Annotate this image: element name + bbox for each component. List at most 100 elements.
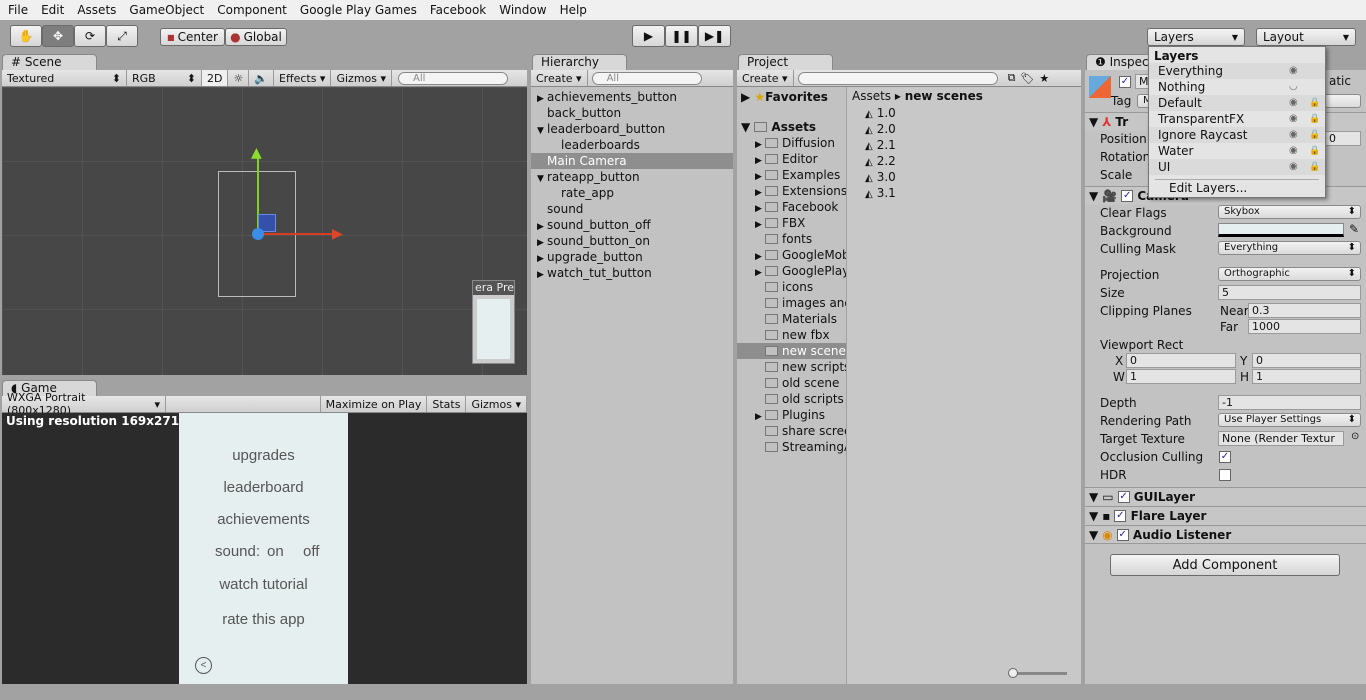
pivot-center-button[interactable]: ■ Center: [160, 28, 225, 46]
project-folder[interactable]: ▶ Plugins: [737, 407, 846, 423]
hierarchy-item[interactable]: ▶ sound_button_on: [531, 233, 733, 249]
sound-on-button[interactable]: on: [267, 543, 284, 560]
layout-dropdown-button[interactable]: Layout ▼: [1256, 28, 1356, 46]
near-field[interactable]: 0.3: [1248, 303, 1361, 318]
achievements-button[interactable]: achievements: [179, 511, 348, 528]
hierarchy-item[interactable]: Main Camera: [531, 153, 733, 169]
lock-icon[interactable]: 🔒: [1309, 95, 1320, 111]
eye-icon[interactable]: ◉: [1289, 111, 1298, 127]
object-picker-icon[interactable]: ⊙: [1351, 431, 1359, 442]
lock-icon[interactable]: 🔒: [1309, 127, 1320, 143]
breadcrumb-assets[interactable]: Assets: [852, 89, 891, 103]
eyedropper-icon[interactable]: ✎: [1349, 222, 1359, 236]
position-z-field[interactable]: 0: [1325, 131, 1361, 146]
flare-layer-header[interactable]: ▼ ▪ ✓ Flare Layer: [1085, 506, 1366, 525]
lock-icon[interactable]: 🔒: [1309, 143, 1320, 159]
layer-item[interactable]: Nothing ◡: [1149, 79, 1325, 95]
x-field[interactable]: 0: [1126, 353, 1236, 368]
rotate-tool-button[interactable]: ⟳: [74, 25, 106, 47]
background-color-field[interactable]: [1218, 223, 1344, 237]
tab-scene[interactable]: # Scene: [2, 54, 97, 70]
expand-arrow-icon[interactable]: ▼: [537, 123, 547, 139]
project-folder[interactable]: new fbx: [737, 327, 846, 343]
scene-file[interactable]: ◭ 2.0: [865, 121, 1081, 137]
occlusion-culling-checkbox[interactable]: ✓: [1219, 451, 1231, 463]
project-folder[interactable]: ▶ GooglePlay: [737, 263, 846, 279]
project-folder[interactable]: ▶ GoogleMob: [737, 247, 846, 263]
layer-item[interactable]: TransparentFX ◉ 🔒: [1149, 111, 1325, 127]
create-dropdown[interactable]: Create ▾: [531, 70, 588, 86]
static-checkbox[interactable]: atic: [1329, 74, 1351, 88]
project-folder[interactable]: Materials: [737, 311, 846, 327]
target-texture-field[interactable]: None (Render Textur: [1218, 431, 1344, 446]
eye-icon[interactable]: ◉: [1289, 127, 1298, 143]
audio-listener-checkbox[interactable]: ✓: [1116, 528, 1129, 541]
add-component-button[interactable]: Add Component: [1110, 554, 1340, 576]
hierarchy-item[interactable]: sound: [531, 201, 733, 217]
menu-gameobject[interactable]: GameObject: [121, 3, 209, 17]
culling-mask-select[interactable]: Everything ⬍: [1218, 241, 1361, 255]
effects-dropdown[interactable]: Effects ▾: [274, 70, 332, 86]
far-field[interactable]: 1000: [1248, 319, 1361, 334]
eye-icon[interactable]: ◉: [1289, 159, 1298, 175]
tab-project[interactable]: Project: [738, 54, 833, 70]
y-field[interactable]: 0: [1252, 353, 1361, 368]
projection-select[interactable]: Orthographic ⬍: [1218, 267, 1361, 281]
project-folder[interactable]: new scenes: [737, 343, 846, 359]
eye-closed-icon[interactable]: ◡: [1289, 79, 1298, 95]
play-button[interactable]: ▶: [632, 25, 665, 47]
stats-toggle[interactable]: Stats: [427, 396, 467, 412]
filter-type-icon[interactable]: ⧉: [1008, 71, 1016, 85]
project-folder[interactable]: ▶ Diffusion: [737, 135, 846, 151]
menu-assets[interactable]: Assets: [69, 3, 121, 17]
menu-help[interactable]: Help: [552, 3, 592, 17]
project-folder[interactable]: images and: [737, 295, 846, 311]
guilayer-checkbox[interactable]: ✓: [1117, 491, 1130, 503]
lighting-toggle[interactable]: ☼: [228, 70, 250, 86]
tab-hierarchy[interactable]: Hierarchy: [532, 54, 627, 70]
clear-flags-select[interactable]: Skybox ⬍: [1218, 205, 1361, 219]
rendering-path-select[interactable]: Use Player Settings ⬍: [1218, 413, 1361, 427]
menu-facebook[interactable]: Facebook: [422, 3, 491, 17]
audio-listener-header[interactable]: ▼ ◉ ✓ Audio Listener: [1085, 525, 1366, 544]
project-folder[interactable]: old scripts: [737, 391, 846, 407]
hierarchy-item[interactable]: ▶ sound_button_off: [531, 217, 733, 233]
project-folder[interactable]: share scree: [737, 423, 846, 439]
eye-icon[interactable]: ◉: [1289, 63, 1298, 79]
hdr-checkbox[interactable]: [1219, 469, 1231, 481]
favorites-item[interactable]: ▶ ★Favorites: [737, 89, 846, 105]
menu-google-play-games[interactable]: Google Play Games: [292, 3, 422, 17]
layer-item[interactable]: UI ◉ 🔒: [1149, 159, 1325, 175]
filter-label-icon[interactable]: 🏷: [1020, 72, 1034, 85]
hierarchy-item[interactable]: back_button: [531, 105, 733, 121]
hierarchy-item[interactable]: ▼ rateapp_button: [531, 169, 733, 185]
depth-field[interactable]: -1: [1218, 395, 1361, 410]
maximize-on-play-toggle[interactable]: Maximize on Play: [319, 396, 428, 412]
eye-icon[interactable]: ◉: [1289, 143, 1298, 159]
layer-item[interactable]: Ignore Raycast ◉ 🔒: [1149, 127, 1325, 143]
scene-search-input[interactable]: All: [398, 71, 509, 85]
hierarchy-item[interactable]: ▼ leaderboard_button: [531, 121, 733, 137]
lock-icon[interactable]: 🔒: [1309, 159, 1320, 175]
camera-enabled-checkbox[interactable]: ✓: [1121, 190, 1134, 202]
global-space-button[interactable]: ● Global: [225, 28, 287, 46]
h-field[interactable]: 1: [1252, 369, 1361, 384]
scale-tool-button[interactable]: ⤢: [106, 25, 138, 47]
hierarchy-search-input[interactable]: All: [591, 71, 702, 85]
project-folder[interactable]: old scene: [737, 375, 846, 391]
eye-icon[interactable]: ◉: [1289, 95, 1298, 111]
project-folder[interactable]: ▶ Examples: [737, 167, 846, 183]
edit-layers-item[interactable]: Edit Layers...: [1149, 180, 1325, 196]
menu-component[interactable]: Component: [209, 3, 292, 17]
layers-dropdown-button[interactable]: Layers ▼: [1147, 28, 1245, 46]
scene-file[interactable]: ◭ 1.0: [865, 105, 1081, 121]
scene-file[interactable]: ◭ 3.0: [865, 169, 1081, 185]
upgrades-button[interactable]: upgrades: [179, 447, 348, 464]
audio-toggle[interactable]: 🔈: [249, 70, 275, 86]
project-folder[interactable]: fonts: [737, 231, 846, 247]
hand-tool-button[interactable]: ✋: [10, 25, 42, 47]
project-folder[interactable]: icons: [737, 279, 846, 295]
flare-checkbox[interactable]: ✓: [1114, 510, 1127, 522]
move-tool-button[interactable]: ✥: [42, 25, 74, 47]
project-folder[interactable]: ▶ FBX: [737, 215, 846, 231]
